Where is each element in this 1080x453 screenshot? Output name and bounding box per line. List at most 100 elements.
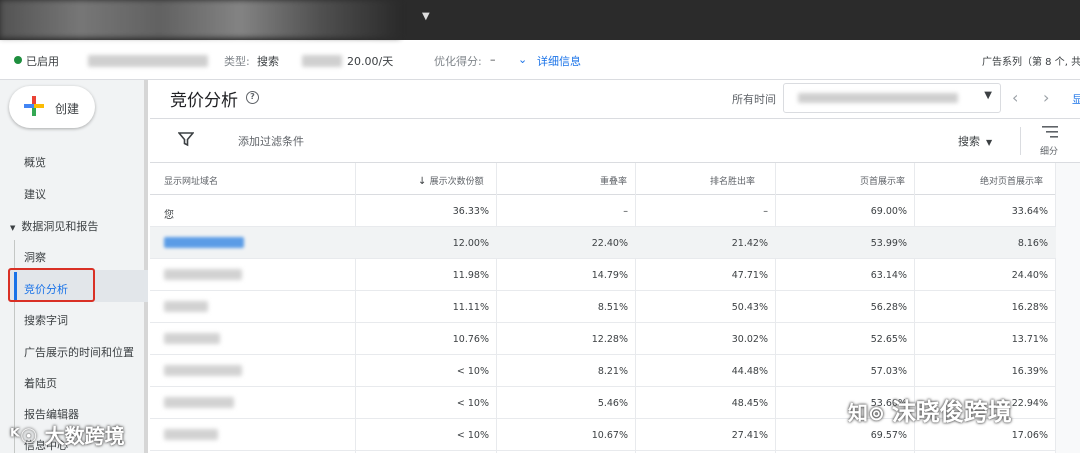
metric-cell-outranking: –: [763, 206, 768, 217]
page-title: 竞价分析: [170, 91, 238, 111]
metric-cell-abs-top: 33.64%: [1011, 206, 1048, 217]
metric-cell-top: 56.28%: [870, 302, 907, 313]
blurred-domain: [164, 365, 242, 376]
watermark-left: ᴷ☉ 大数跨境: [10, 420, 125, 449]
metric-cell-impr-share: 11.11%: [452, 302, 489, 313]
metric-cell-outranking: 30.02%: [731, 334, 768, 345]
metric-cell-impr-share: 11.98%: [452, 270, 489, 281]
nav-item-recommendations[interactable]: 建议: [24, 186, 46, 202]
blurred-domain: [164, 397, 234, 408]
date-range-selector[interactable]: ▼: [783, 83, 1001, 113]
metric-cell-overlap: 8.51%: [597, 302, 628, 313]
metric-cell-top: 69.57%: [870, 430, 907, 441]
nav-scrollbar[interactable]: [144, 80, 148, 453]
chevron-down-icon: ▼: [984, 90, 992, 101]
metric-cell-top: 63.14%: [870, 270, 907, 281]
metric-cell-outranking: 50.43%: [731, 302, 768, 313]
metric-cell-outranking: 48.45%: [731, 398, 768, 409]
segment-icon[interactable]: [1042, 126, 1058, 138]
metric-cell-overlap: 8.21%: [597, 366, 628, 377]
optimization-value: –: [490, 53, 496, 66]
metric-cell-abs-top: 8.16%: [1017, 238, 1048, 249]
blurred-domain: [164, 301, 208, 312]
cut-off-link[interactable]: 显: [1072, 91, 1080, 107]
watermark-right: 知⊚ 沫晓俊跨境: [848, 392, 1012, 427]
metric-cell-impr-share: 10.76%: [452, 334, 489, 345]
browser-top-bar: ▼: [0, 0, 1080, 40]
metric-cell-overlap: –: [623, 206, 628, 217]
watermark-logo-icon: ᴷ☉: [10, 424, 45, 448]
segment-label[interactable]: 细分: [1040, 144, 1058, 157]
blurred-domain: [164, 269, 242, 280]
column-header-impression-share[interactable]: ↓ 展示次数份额: [418, 174, 484, 187]
details-link[interactable]: 详细信息: [537, 53, 581, 69]
highlight-annotation-box: [8, 268, 95, 302]
domain-cell: 您: [164, 210, 174, 221]
metric-cell-impr-share: < 10%: [456, 398, 489, 409]
chevron-down-icon: ▼: [986, 138, 993, 147]
nav-item-landing-pages[interactable]: 着陆页: [24, 375, 57, 391]
toolbar-divider: [1020, 127, 1021, 155]
next-period-icon[interactable]: ›: [1043, 88, 1049, 107]
campaign-position: 广告系列（第 8 个, 共: [982, 57, 1080, 68]
nav-item-overview[interactable]: 概览: [24, 154, 46, 170]
metric-cell-outranking: 47.71%: [731, 270, 768, 281]
create-label: 创建: [55, 102, 80, 116]
blurred-account-info: [0, 0, 400, 38]
metric-cell-outranking: 44.48%: [731, 366, 768, 377]
metric-cell-top: 53.99%: [870, 238, 907, 249]
watermark-wechat-icon: 知⊚: [848, 401, 892, 425]
metric-cell-impr-share: 36.33%: [452, 206, 489, 217]
column-header-abs-top-of-page-rate[interactable]: 绝对页首展示率: [980, 174, 1043, 187]
create-button[interactable]: 创建: [9, 86, 95, 128]
metric-cell-top: 57.03%: [870, 366, 907, 377]
plus-icon: [24, 96, 44, 116]
left-navigation: [0, 80, 148, 453]
metric-cell-overlap: 14.79%: [591, 270, 628, 281]
blurred-currency: [302, 55, 342, 67]
metric-cell-abs-top: 16.39%: [1011, 366, 1048, 377]
blurred-domain: [164, 429, 218, 440]
nav-section-insights-reports[interactable]: ▼ 数据洞见和报告: [10, 218, 98, 234]
metric-cell-impr-share: 12.00%: [452, 238, 489, 249]
type-label: 类型:: [224, 55, 250, 68]
metric-cell-top: 69.00%: [870, 206, 907, 217]
metric-cell-overlap: 12.28%: [591, 334, 628, 345]
details-chevron-icon[interactable]: ⌄: [518, 53, 527, 66]
search-dropdown-label: 搜索: [958, 135, 980, 148]
filter-icon[interactable]: [178, 131, 194, 147]
search-dropdown[interactable]: 搜索 ▼: [958, 133, 992, 149]
previous-period-icon[interactable]: ‹: [1012, 88, 1018, 107]
budget-value: 20.00/天: [347, 55, 394, 68]
metric-cell-impr-share: < 10%: [456, 430, 489, 441]
table-row[interactable]: [150, 195, 1080, 227]
metric-cell-overlap: 10.67%: [591, 430, 628, 441]
type-value: 搜索: [257, 55, 279, 68]
blurred-date-range: [798, 93, 958, 103]
status-label: 已启用: [26, 55, 59, 68]
table-scroll-area: [1056, 163, 1080, 453]
column-header-overlap-rate[interactable]: 重叠率: [600, 174, 627, 187]
blurred-campaign-name: [88, 55, 208, 67]
column-header-domain[interactable]: 显示网址域名: [164, 174, 218, 187]
expand-caret-icon: ▼: [10, 224, 16, 232]
metric-cell-abs-top: 24.40%: [1011, 270, 1048, 281]
help-icon[interactable]: ?: [246, 91, 259, 104]
watermark-right-text: 沫晓俊跨境: [891, 398, 1012, 426]
nav-item-when-where-ads-showed[interactable]: 广告展示的时间和位置: [24, 344, 134, 360]
nav-item-insights[interactable]: 洞察: [24, 249, 46, 265]
add-filter-button[interactable]: 添加过滤条件: [238, 133, 304, 149]
metric-cell-outranking: 27.41%: [731, 430, 768, 441]
sort-arrow-icon: ↓: [418, 176, 430, 187]
metric-cell-impr-share: < 10%: [456, 366, 489, 377]
nav-section-label: 数据洞见和报告: [21, 220, 99, 233]
metric-cell-top: 52.65%: [870, 334, 907, 345]
metric-cell-overlap: 22.40%: [591, 238, 628, 249]
metric-cell-abs-top: 17.06%: [1011, 430, 1048, 441]
account-dropdown-icon[interactable]: ▼: [422, 11, 430, 22]
watermark-left-text: 大数跨境: [44, 424, 125, 448]
column-header-outranking-share[interactable]: 排名胜出率: [710, 174, 755, 187]
column-header-top-of-page-rate[interactable]: 页首展示率: [860, 174, 905, 187]
nav-item-search-terms[interactable]: 搜索字词: [24, 312, 68, 328]
blurred-domain: [164, 333, 220, 344]
